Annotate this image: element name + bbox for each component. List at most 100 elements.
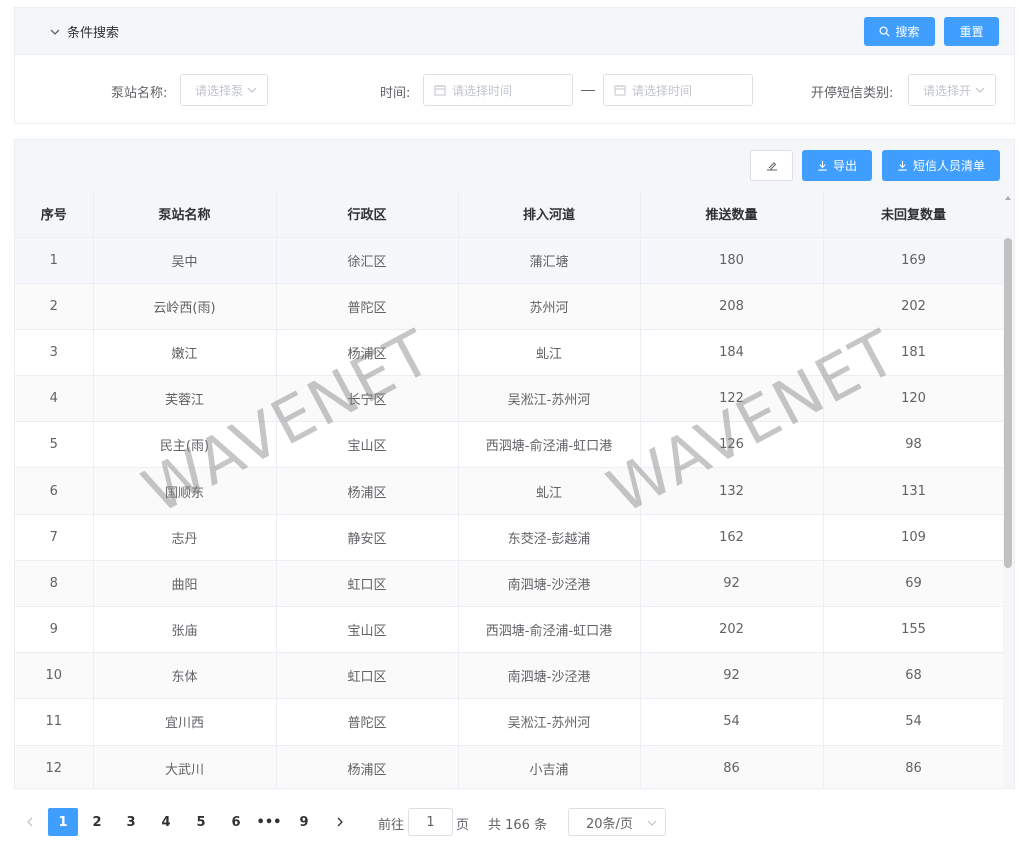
- page-button[interactable]: 9: [289, 808, 319, 836]
- table-cell: 98: [823, 421, 1005, 469]
- table-cell: 8: [15, 560, 94, 608]
- prev-page-button[interactable]: [18, 808, 42, 836]
- table-cell: 69: [823, 560, 1005, 608]
- table-cell: 虬江: [458, 329, 641, 377]
- table-cell: 180: [640, 237, 824, 284]
- column-header[interactable]: 未回复数量: [823, 191, 1005, 238]
- table-cell: 曲阳: [93, 560, 277, 608]
- range-separator: [581, 90, 595, 91]
- table-cell: 11: [15, 698, 94, 746]
- table-row[interactable]: 11 宜川西 普陀区 吴淞江-苏州河 54 54: [15, 698, 1005, 746]
- table-row[interactable]: 6 国顺东 杨浦区 虬江 132 131: [15, 467, 1005, 515]
- table-cell: 86: [640, 745, 824, 788]
- page-button[interactable]: 3: [116, 808, 146, 836]
- table-cell: 长宁区: [276, 375, 459, 423]
- table-cell: 131: [823, 467, 1005, 515]
- table-cell: 162: [640, 514, 824, 561]
- table-cell: 3: [15, 329, 94, 377]
- start-time-placeholder: 请选择时间: [452, 83, 513, 98]
- table-row[interactable]: 7 志丹 静安区 东茭泾-彭越浦 162 109: [15, 514, 1005, 561]
- table-cell: 南泗塘-沙泾港: [458, 652, 641, 700]
- station-select-placeholder: 请选择泵: [195, 83, 244, 98]
- table-row[interactable]: 10 东体 虹口区 南泗塘-沙泾港 92 68: [15, 652, 1005, 700]
- page-button[interactable]: 2: [82, 808, 112, 836]
- table-cell: 吴淞江-苏州河: [458, 375, 641, 423]
- chevron-down-icon: [647, 820, 657, 826]
- table-cell: 4: [15, 375, 94, 423]
- page-button[interactable]: 4: [151, 808, 181, 836]
- sms-list-button[interactable]: 短信人员清单: [882, 150, 1000, 181]
- table-cell: 132: [640, 467, 824, 515]
- calendar-icon: [434, 85, 446, 96]
- page-size-value: 20条/页: [586, 816, 633, 832]
- next-page-button[interactable]: [328, 808, 352, 836]
- table-cell: 吴中: [93, 237, 277, 284]
- table-cell: 202: [640, 606, 824, 654]
- table-cell: 杨浦区: [276, 745, 459, 788]
- table-cell: 6: [15, 467, 94, 515]
- table-cell: 东茭泾-彭越浦: [458, 514, 641, 561]
- table-cell: 54: [823, 698, 1005, 746]
- scrollbar-thumb[interactable]: [1004, 238, 1012, 568]
- start-time-input[interactable]: 请选择时间: [423, 74, 573, 106]
- download-icon: [898, 160, 907, 171]
- table-cell: 208: [640, 283, 824, 330]
- reset-button-label: 重置: [959, 25, 984, 39]
- table-row[interactable]: 2 云岭西(雨) 普陀区 苏州河 208 202: [15, 283, 1005, 330]
- column-header[interactable]: 排入河道: [458, 191, 641, 238]
- table-cell: 109: [823, 514, 1005, 561]
- export-button-label: 导出: [832, 159, 857, 173]
- page-button[interactable]: 5: [186, 808, 216, 836]
- table-cell: 2: [15, 283, 94, 330]
- search-button[interactable]: 搜索: [864, 17, 935, 46]
- table-row[interactable]: 5 民主(雨) 宝山区 西泗塘-俞泾浦-虹口港 126 98: [15, 421, 1005, 469]
- table-cell: 虬江: [458, 467, 641, 515]
- station-select[interactable]: 请选择泵: [180, 74, 268, 106]
- table-row[interactable]: 4 芙蓉江 长宁区 吴淞江-苏州河 122 120: [15, 375, 1005, 423]
- table-row[interactable]: 8 曲阳 虹口区 南泗塘-沙泾港 92 69: [15, 560, 1005, 608]
- table-cell: 120: [823, 375, 1005, 423]
- table-cell: 杨浦区: [276, 467, 459, 515]
- goto-page-input[interactable]: 1: [408, 808, 453, 836]
- column-header[interactable]: 序号: [15, 191, 94, 238]
- table-cell: 宜川西: [93, 698, 277, 746]
- more-pages-button[interactable]: •••: [254, 808, 284, 836]
- table-cell: 小吉浦: [458, 745, 641, 788]
- table-row[interactable]: 9 张庙 宝山区 西泗塘-俞泾浦-虹口港 202 155: [15, 606, 1005, 654]
- column-header[interactable]: 推送数量: [640, 191, 824, 238]
- station-label: 泵站名称:: [111, 86, 168, 101]
- chevron-down-icon: [975, 87, 985, 93]
- search-title: 条件搜索: [67, 26, 120, 41]
- table-cell: 202: [823, 283, 1005, 330]
- table-cell: 大武川: [93, 745, 277, 788]
- page-button[interactable]: 1: [48, 808, 78, 836]
- page-size-select[interactable]: 20条/页: [568, 808, 666, 836]
- column-header[interactable]: 泵站名称: [93, 191, 277, 238]
- table-cell: 7: [15, 514, 94, 561]
- table-cell: 184: [640, 329, 824, 377]
- table-cell: 54: [640, 698, 824, 746]
- scroll-up-icon[interactable]: [1004, 194, 1012, 202]
- end-time-input[interactable]: 请选择时间: [603, 74, 753, 106]
- table-panel: 导出 短信人员清单 序号 泵站名称 行政区 排入河道 推送数量 未回复数量 1吴…: [14, 139, 1015, 789]
- download-icon: [818, 160, 827, 171]
- table-cell: 181: [823, 329, 1005, 377]
- table-row[interactable]: 3 嫩江 杨浦区 虬江 184 181: [15, 329, 1005, 377]
- goto-prefix: 前往: [378, 818, 405, 833]
- sms-type-select[interactable]: 请选择开: [908, 74, 996, 106]
- table-cell: 民主(雨): [93, 421, 277, 469]
- export-button[interactable]: 导出: [802, 150, 872, 181]
- table-row[interactable]: 12 大武川 杨浦区 小吉浦 86 86: [15, 745, 1005, 788]
- page-button[interactable]: 6: [221, 808, 251, 836]
- pagination: 1 2 3 4 5 6 ••• 9 前往 1 页 共 166 条 20条/页: [14, 807, 1015, 837]
- column-header[interactable]: 行政区: [276, 191, 459, 238]
- table-cell: 志丹: [93, 514, 277, 561]
- table-cell: 1: [15, 237, 94, 284]
- table-cell: 西泗塘-俞泾浦-虹口港: [458, 606, 641, 654]
- goto-suffix: 页: [456, 818, 470, 833]
- reset-button[interactable]: 重置: [944, 17, 999, 46]
- search-collapse-toggle[interactable]: 条件搜索: [49, 22, 119, 41]
- table-row[interactable]: 1 吴中 徐汇区 蒲汇塘 180 169: [15, 237, 1005, 284]
- table-cell: 92: [640, 560, 824, 608]
- column-settings-button[interactable]: [750, 150, 793, 181]
